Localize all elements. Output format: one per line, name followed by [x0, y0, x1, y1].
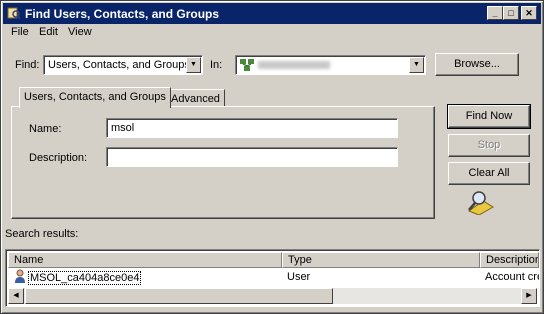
scroll-thumb[interactable]: [25, 288, 333, 304]
find-type-value: Users, Contacts, and Groups: [48, 59, 190, 71]
close-button[interactable]: ✕: [521, 6, 537, 20]
search-results-list[interactable]: Name Type Description MSOL_ca404a8ce0e4 …: [5, 249, 540, 307]
column-header-description[interactable]: Description: [480, 252, 539, 268]
obscured-domain-name: [258, 61, 330, 69]
row-description: Account cre: [485, 271, 540, 283]
description-label: Description:: [29, 152, 88, 164]
minimize-icon: _: [492, 8, 498, 18]
find-now-button[interactable]: Find Now: [447, 104, 531, 129]
tab-users-contacts-groups[interactable]: Users, Contacts, and Groups: [19, 87, 171, 108]
search-results-label: Search results:: [5, 228, 79, 240]
domain-icon: [240, 59, 254, 71]
row-type: User: [287, 271, 311, 283]
dropdown-arrow-icon[interactable]: ▼: [409, 57, 424, 73]
tab-advanced[interactable]: Advanced: [166, 89, 225, 107]
name-field[interactable]: msol: [106, 118, 398, 138]
app-icon: [7, 7, 21, 20]
find-type-combo[interactable]: Users, Contacts, and Groups ▼: [43, 55, 203, 75]
dropdown-arrow-icon[interactable]: ▼: [186, 57, 201, 73]
column-header-type[interactable]: Type: [282, 252, 480, 268]
window-title: Find Users, Contacts, and Groups: [25, 7, 220, 21]
menu-bar: File Edit View: [3, 24, 541, 42]
in-label: In:: [210, 59, 223, 71]
find-users-window: Find Users, Contacts, and Groups _ □ ✕ F…: [0, 0, 544, 314]
menu-view[interactable]: View: [68, 26, 92, 38]
minimize-button[interactable]: _: [487, 6, 503, 20]
name-label: Name:: [29, 123, 62, 135]
user-icon: [15, 269, 25, 283]
menu-edit[interactable]: Edit: [39, 26, 58, 38]
maximize-icon: □: [508, 8, 514, 18]
horizontal-scrollbar[interactable]: ◀ ▶: [8, 288, 537, 304]
maximize-button[interactable]: □: [503, 6, 519, 20]
scroll-right-icon[interactable]: ▶: [521, 288, 537, 304]
column-header-name[interactable]: Name: [8, 252, 282, 268]
tab-panel: Name: msol Description:: [11, 106, 435, 219]
description-field[interactable]: [106, 147, 398, 167]
row-name: MSOL_ca404a8ce0e4: [28, 271, 142, 285]
browse-button[interactable]: Browse...: [435, 53, 519, 76]
close-icon: ✕: [525, 8, 533, 18]
stop-button[interactable]: Stop: [448, 134, 530, 157]
table-row[interactable]: MSOL_ca404a8ce0e4 User Account cre: [8, 268, 540, 285]
title-bar: Find Users, Contacts, and Groups _ □ ✕: [3, 3, 541, 24]
in-location-combo[interactable]: ▼: [235, 55, 426, 75]
find-label: Find:: [15, 59, 40, 71]
menu-file[interactable]: File: [11, 26, 29, 38]
scroll-left-icon[interactable]: ◀: [8, 288, 24, 304]
search-magnifier-icon: [467, 191, 494, 215]
clear-all-button[interactable]: Clear All: [448, 162, 530, 185]
